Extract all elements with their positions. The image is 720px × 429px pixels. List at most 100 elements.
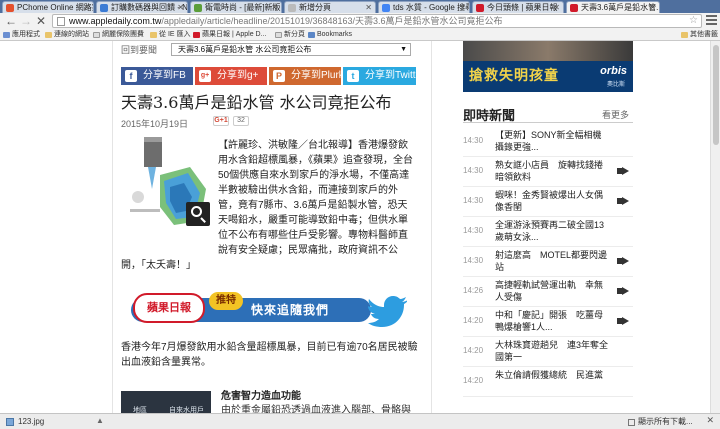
news-item[interactable]: 14:20 朱立倫請假獲總統 民進黨 <box>463 367 633 397</box>
promo-tag: 推特 <box>209 292 243 310</box>
bookmark-connected-sites[interactable]: 連線的網站 <box>45 30 89 40</box>
related-table-thumbnail[interactable]: 地區 自來水用戶 <box>121 391 211 413</box>
zoom-image-button[interactable] <box>186 202 210 226</box>
page-favicon-icon <box>194 4 202 12</box>
apps-grid-icon <box>3 32 10 38</box>
appledaily-favicon-icon <box>476 4 484 12</box>
tab-pchome[interactable]: PChome Online 網路家... ✕ <box>2 1 94 13</box>
close-tab-icon[interactable]: ✕ <box>553 2 560 13</box>
video-camera-icon <box>617 197 629 205</box>
news-item[interactable]: 14:30 熟女誆小店員 旋轉找錢捲暗領飲料 <box>463 157 633 187</box>
orbis-subtitle: 奧比斯 <box>606 82 625 88</box>
image-file-icon <box>6 418 14 426</box>
news-headline[interactable]: 【更新】SONY新全幅相機 攝錄更強... <box>495 129 611 153</box>
download-item[interactable]: 123.jpg <box>4 416 44 428</box>
share-plurk-button[interactable]: P 分享到Plurk <box>269 67 344 85</box>
google-plus-icon: g+ <box>199 70 211 82</box>
breadcrumb-label[interactable]: 回到要聞 <box>121 45 157 55</box>
back-arrow-icon[interactable]: ← <box>4 14 18 28</box>
tab-title: 今日頭條 | 蘋果日報 <box>487 3 558 12</box>
news-headline[interactable]: 大林珠寶遊趟兒 連3年奪全國第一 <box>495 339 611 363</box>
chrome-menu-icon[interactable] <box>706 15 717 27</box>
news-headline[interactable]: 朱立倫請假獲總統 民進黨 <box>495 369 611 381</box>
bookmark-ie-import[interactable]: 從 IE 匯入 <box>150 30 191 40</box>
scrollbar-thumb[interactable] <box>713 45 719 145</box>
news-headline[interactable]: 高捷輕軌試營運出軌 幸無人受傷 <box>495 279 611 303</box>
close-tab-icon[interactable]: ✕ <box>83 2 90 13</box>
tab-google-search[interactable]: tds 水質 - Google 搜尋 ✕ <box>378 1 470 13</box>
page-viewport: 回到要聞 天壽3.6萬戶是鉛水管 水公司竟拒公布 ▼ f 分享到FB g+ 分享… <box>0 41 720 413</box>
share-twitter-button[interactable]: t 分享到Twitter <box>343 67 424 85</box>
share-gplus-button[interactable]: g+ 分享到g+ <box>195 67 267 85</box>
news-time: 14:20 <box>463 316 484 325</box>
see-more-link[interactable]: 看更多 <box>602 108 629 121</box>
video-camera-icon <box>617 167 629 175</box>
share-fb-button[interactable]: f 分享到FB <box>121 67 193 85</box>
tab-newtab[interactable]: 新增分頁 ✕ <box>284 1 376 13</box>
url-path: /appledaily/article/headline/20151019/36… <box>161 16 503 26</box>
bookmark-newtab[interactable]: 新分頁 <box>275 30 305 40</box>
tab-fashion[interactable]: 衛電時尚 - [最新]新版... ✕ <box>190 1 282 13</box>
close-tab-icon[interactable]: ✕ <box>271 2 278 13</box>
ad-photo <box>463 41 633 61</box>
news-time: 14:30 <box>463 136 484 145</box>
promo-text: 快來追隨我們 <box>251 303 330 317</box>
bookmark-apps[interactable]: 應用程式 <box>3 30 40 40</box>
bookmark-appledaily[interactable]: 蘋果日報 | Apple D... <box>193 30 266 40</box>
article-lede-tail: 開，「太夭壽！」 <box>121 260 196 271</box>
twitter-icon: t <box>347 70 359 82</box>
news-item[interactable]: 14:26 高捷輕軌試營運出軌 幸無人受傷 <box>463 277 633 307</box>
bookmark-star-icon[interactable]: ☆ <box>689 15 698 27</box>
section-snippet: 由於重金屬鉛恐透過血液進入腦部、骨骼與 <box>221 405 411 413</box>
news-time: 14:30 <box>463 166 484 175</box>
news-headline[interactable]: 中和「慶記」開張 吃薑母鴨爆槍響1人... <box>495 309 611 333</box>
twitter-promo-banner[interactable]: 蘋果日報 推特 快來追隨我們 <box>121 290 411 338</box>
other-bookmarks[interactable]: 其他書籤 <box>681 30 718 40</box>
show-all-downloads-link[interactable]: 顯示所有下載... <box>628 416 693 428</box>
news-headline[interactable]: 蝦咪！金秀賢被爆出人女偶像香閨 <box>495 189 611 213</box>
tab-title: 天壽3.6萬戶是鉛水管... <box>581 3 660 12</box>
news-item[interactable]: 14:30 蝦咪！金秀賢被爆出人女偶像香閨 <box>463 187 633 217</box>
chevron-down-icon: ▼ <box>400 46 407 53</box>
article-date: 2015年10月19日 <box>121 119 189 129</box>
article-column: 回到要聞 天壽3.6萬戶是鉛水管 水公司竟拒公布 ▼ f 分享到FB g+ 分享… <box>112 41 432 413</box>
news-item[interactable]: 14:30 射這麼高 MOTEL都要閃邊站 <box>463 247 633 277</box>
downloads-icon <box>628 419 635 426</box>
orbis-logo: orbis <box>600 65 627 77</box>
folder-icon <box>150 32 157 38</box>
video-camera-icon <box>617 317 629 325</box>
bookmarks-bar: 應用程式 連線的網站 網麗保險團費 從 IE 匯入 蘋果日報 | Apple D… <box>0 29 720 41</box>
news-headline[interactable]: 射這麼高 MOTEL都要閃邊站 <box>495 249 611 273</box>
orbis-ad-banner[interactable]: 搶救失明孩童 orbis 奧比斯 <box>463 41 633 92</box>
facebook-icon: f <box>125 70 137 82</box>
video-camera-icon <box>617 257 629 265</box>
bookmark-bookmarks[interactable]: Bookmarks <box>308 30 352 40</box>
page-scrollbar[interactable] <box>710 41 720 413</box>
close-tab-icon[interactable]: ✕ <box>365 2 372 13</box>
stop-icon[interactable]: ✕ <box>34 14 48 28</box>
forward-arrow-icon[interactable]: → <box>19 14 33 28</box>
news-item[interactable]: 14:20 中和「慶記」開張 吃薑母鴨爆槍響1人... <box>463 307 633 337</box>
breadcrumb: 回到要聞 天壽3.6萬戶是鉛水管 水公司竟拒公布 ▼ <box>121 43 411 57</box>
chevron-up-icon[interactable]: ▲ <box>96 416 104 425</box>
close-tab-icon[interactable]: ✕ <box>177 2 184 13</box>
news-item[interactable]: 14:30 全運游泳預賽再二破全國13歲萌女泳... <box>463 217 633 247</box>
address-bar[interactable]: www.appledaily.com.tw/appledaily/article… <box>52 14 702 28</box>
news-headline[interactable]: 熟女誆小店員 旋轉找錢捲暗領飲料 <box>495 159 611 183</box>
close-tab-icon[interactable]: ✕ <box>649 2 656 13</box>
gplus-one-button[interactable]: G+1 <box>213 116 229 126</box>
bookmark-insurance[interactable]: 網麗保險團費 <box>93 30 144 40</box>
realtime-news-header: 即時新聞 看更多 <box>463 105 633 123</box>
tab-appledaily-headline[interactable]: 今日頭條 | 蘋果日報 ✕ <box>472 1 564 13</box>
section-heading: 危害智力造血功能 <box>221 391 301 402</box>
news-headline[interactable]: 全運游泳預賽再二破全國13歲萌女泳... <box>495 219 611 243</box>
news-item[interactable]: 14:20 大林珠寶遊趟兒 連3年奪全國第一 <box>463 337 633 367</box>
appledaily-favicon-icon <box>570 4 578 12</box>
close-tab-icon[interactable]: ✕ <box>459 2 466 13</box>
close-shelf-icon[interactable]: ✕ <box>706 415 714 426</box>
folder-icon <box>45 32 52 38</box>
news-time: 14:20 <box>463 376 484 385</box>
article-select[interactable]: 天壽3.6萬戶是鉛水管 水公司竟拒公布 ▼ <box>171 43 411 56</box>
news-item[interactable]: 14:30 【更新】SONY新全幅相機 攝錄更強... <box>463 127 633 157</box>
tab-order[interactable]: 訂購數碼器與回饋 - N... ✕ <box>96 1 188 13</box>
